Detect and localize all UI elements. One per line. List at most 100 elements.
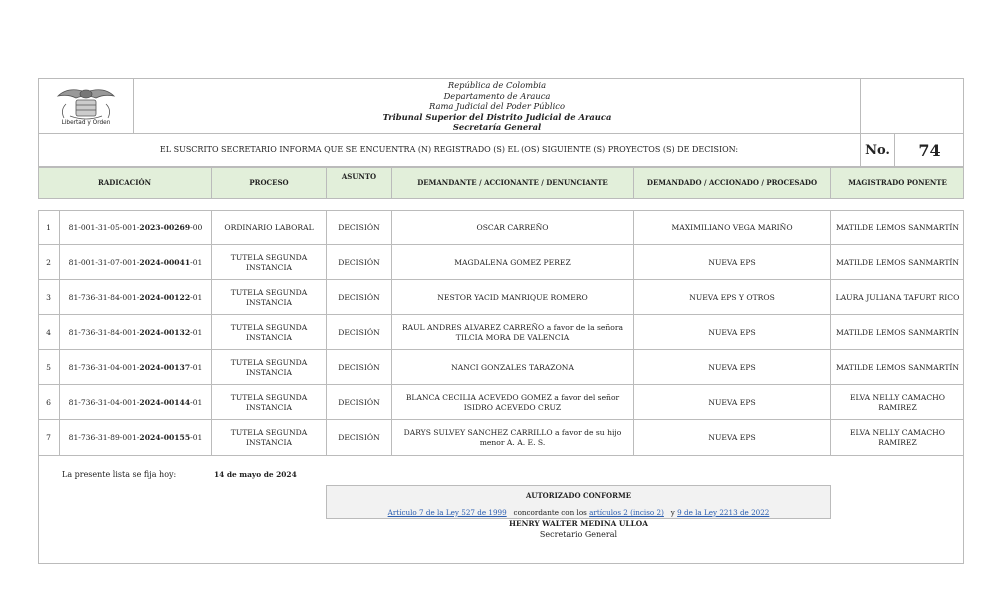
row-magistrado: MATILDE LEMOS SANMARTÍN (831, 245, 964, 280)
radicacion-prefix: 81-736-31-84-001- (68, 292, 140, 302)
row-demandante-text: DARYS SULVEY SANCHEZ CARRILLO a favor de… (403, 428, 622, 447)
row-magistrado: LAURA JULIANA TAFURT RICO (831, 280, 964, 315)
row-demandado-text: NUEVA EPS (708, 432, 756, 442)
row-proceso-text: TUTELA SEGUNDA INSTANCIA (230, 323, 308, 342)
row-demandante: BLANCA CECILIA ACEVEDO GOMEZ a favor del… (392, 385, 634, 420)
row-radicacion: 81-736-31-84-001-2024-00122-01 (60, 280, 212, 315)
row-magistrado-text: MATILDE LEMOS SANMARTÍN (835, 257, 960, 267)
radicacion-number: 2024-00155 (139, 432, 191, 442)
row-radicacion: 81-001-31-05-001-2023-00269-00 (60, 210, 212, 245)
posting-date: 14 de mayo de 2024 (214, 470, 297, 479)
row-radicacion: 81-736-31-84-001-2024-00132-01 (60, 315, 212, 350)
row-magistrado-text: ELVA NELLY CAMACHO RAMIREZ (850, 428, 945, 447)
row-demandante-text: NESTOR YACID MANRIQUE ROMERO (437, 292, 588, 302)
row-asunto: DECISIÓN (327, 210, 392, 245)
row-proceso: TUTELA SEGUNDA INSTANCIA (212, 350, 327, 385)
row-demandado: NUEVA EPS (634, 420, 831, 455)
column-radicacion: RADICACIÓN (38, 167, 212, 199)
row-number: 3 (38, 280, 60, 315)
row-demandado: NUEVA EPS (634, 350, 831, 385)
header-office: Secretaría General (452, 122, 542, 133)
radicacion-prefix: 81-736-31-84-001- (68, 327, 140, 337)
row-asunto-text: DECISIÓN (338, 362, 380, 372)
row-magistrado: MATILDE LEMOS SANMARTÍN (831, 210, 964, 245)
header-tribunal: Tribunal Superior del Distrito Judicial … (382, 111, 612, 122)
radicacion-number: 2024-00122 (139, 292, 191, 302)
row-demandante: NANCI GONZALES TARAZONA (392, 350, 634, 385)
row-magistrado-text: MATILDE LEMOS SANMARTÍN (835, 327, 960, 337)
row-asunto: DECISIÓN (327, 245, 392, 280)
radicacion-suffix: -01 (190, 362, 203, 372)
radicacion-prefix: 81-736-31-04-001- (68, 397, 140, 407)
row-proceso: TUTELA SEGUNDA INSTANCIA (212, 315, 327, 350)
row-asunto-text: DECISIÓN (338, 397, 380, 407)
radicacion-suffix: -01 (190, 292, 203, 302)
row-proceso: TUTELA SEGUNDA INSTANCIA (212, 280, 327, 315)
radicacion-suffix: -00 (190, 222, 203, 232)
row-asunto-text: DECISIÓN (338, 222, 380, 232)
row-number-text: 6 (46, 397, 51, 407)
row-radicacion: 81-001-31-07-001-2024-00041-01 (60, 245, 212, 280)
row-magistrado: ELVA NELLY CAMACHO RAMIREZ (831, 385, 964, 420)
column-proceso: PROCESO (212, 167, 327, 199)
row-demandado-text: NUEVA EPS (708, 397, 756, 407)
row-asunto-text: DECISIÓN (338, 327, 380, 337)
signer-name: HENRY WALTER MEDINA ULLOA (509, 519, 648, 528)
row-proceso-text: TUTELA SEGUNDA INSTANCIA (230, 393, 308, 412)
radicacion-suffix: -01 (190, 327, 203, 337)
row-number: 6 (38, 385, 60, 420)
radicacion-number: 2023-00269 (139, 222, 191, 232)
column-magistrado: MAGISTRADO PONENTE (848, 178, 947, 187)
row-number-text: 4 (46, 327, 51, 337)
radicacion-text: 81-736-31-04-001-2024-00137-01 (69, 363, 203, 373)
row-asunto: DECISIÓN (327, 350, 392, 385)
authorization-laws: Artículo 7 de la Ley 527 de 1999 concord… (326, 508, 831, 517)
row-demandado: MAXIMILIANO VEGA MARIÑO (634, 210, 831, 245)
row-proceso: TUTELA SEGUNDA INSTANCIA (212, 420, 327, 455)
column-demandado: DEMANDADO / ACCIONADO / PROCESADO (634, 167, 831, 199)
row-proceso: ORDINARIO LABORAL (212, 210, 327, 245)
column-demandante: DEMANDANTE / ACCIONANTE / DENUNCIANTE (392, 167, 634, 199)
row-number-text: 2 (46, 257, 51, 267)
law-link-articulos[interactable]: artículos 2 (inciso 2) (589, 508, 664, 517)
radicacion-prefix: 81-001-31-07-001- (68, 257, 140, 267)
row-demandado-text: NUEVA EPS (708, 257, 756, 267)
info-statement: EL SUSCRITO SECRETARIO INFORMA QUE SE EN… (159, 145, 739, 154)
row-proceso-text: ORDINARIO LABORAL (224, 222, 314, 232)
radicacion-text: 81-736-31-84-001-2024-00122-01 (69, 293, 203, 303)
row-asunto: DECISIÓN (327, 385, 392, 420)
row-radicacion: 81-736-31-89-001-2024-00155-01 (60, 420, 212, 455)
radicacion-text: 81-001-31-05-001-2023-00269-00 (69, 223, 203, 233)
header-text: República de Colombia Departamento de Ar… (134, 80, 860, 133)
law-link-2213[interactable]: 9 de la Ley 2213 de 2022 (677, 508, 769, 517)
logo-cell: Libertad y Orden (38, 78, 134, 134)
row-demandado-text: MAXIMILIANO VEGA MARIÑO (671, 222, 793, 232)
row-number: 4 (38, 315, 60, 350)
row-demandante: NESTOR YACID MANRIQUE ROMERO (392, 280, 634, 315)
row-magistrado: MATILDE LEMOS SANMARTÍN (831, 350, 964, 385)
posting-label: La presente lista se fija hoy: (62, 470, 177, 479)
row-number-text: 1 (46, 222, 51, 232)
row-radicacion: 81-736-31-04-001-2024-00137-01 (60, 350, 212, 385)
row-magistrado-text: MATILDE LEMOS SANMARTÍN (835, 222, 960, 232)
radicacion-number: 2024-00132 (139, 327, 191, 337)
radicacion-prefix: 81-736-31-04-001- (68, 362, 140, 372)
row-asunto: DECISIÓN (327, 280, 392, 315)
radicacion-text: 81-736-31-84-001-2024-00132-01 (69, 328, 203, 338)
row-number-text: 3 (46, 292, 51, 302)
row-proceso: TUTELA SEGUNDA INSTANCIA (212, 245, 327, 280)
row-demandante-text: OSCAR CARREÑO (476, 222, 549, 232)
logo-caption: Libertad y Orden (61, 120, 111, 126)
header-right-cell (860, 78, 964, 134)
row-number-text: 5 (46, 362, 51, 372)
row-asunto-text: DECISIÓN (338, 432, 380, 442)
law-link-527[interactable]: Artículo 7 de la Ley 527 de 1999 (388, 508, 507, 517)
row-demandante: MAGDALENA GOMEZ PEREZ (392, 245, 634, 280)
row-proceso-text: TUTELA SEGUNDA INSTANCIA (230, 253, 308, 272)
radicacion-number: 2024-00144 (139, 397, 191, 407)
row-demandante-text: BLANCA CECILIA ACEVEDO GOMEZ a favor del… (405, 393, 620, 412)
row-demandado: NUEVA EPS (634, 315, 831, 350)
row-demandante-text: RAUL ANDRES ALVAREZ CARREÑO a favor de l… (401, 323, 624, 342)
row-demandado-text: NUEVA EPS (708, 327, 756, 337)
law-and: y (670, 508, 675, 517)
